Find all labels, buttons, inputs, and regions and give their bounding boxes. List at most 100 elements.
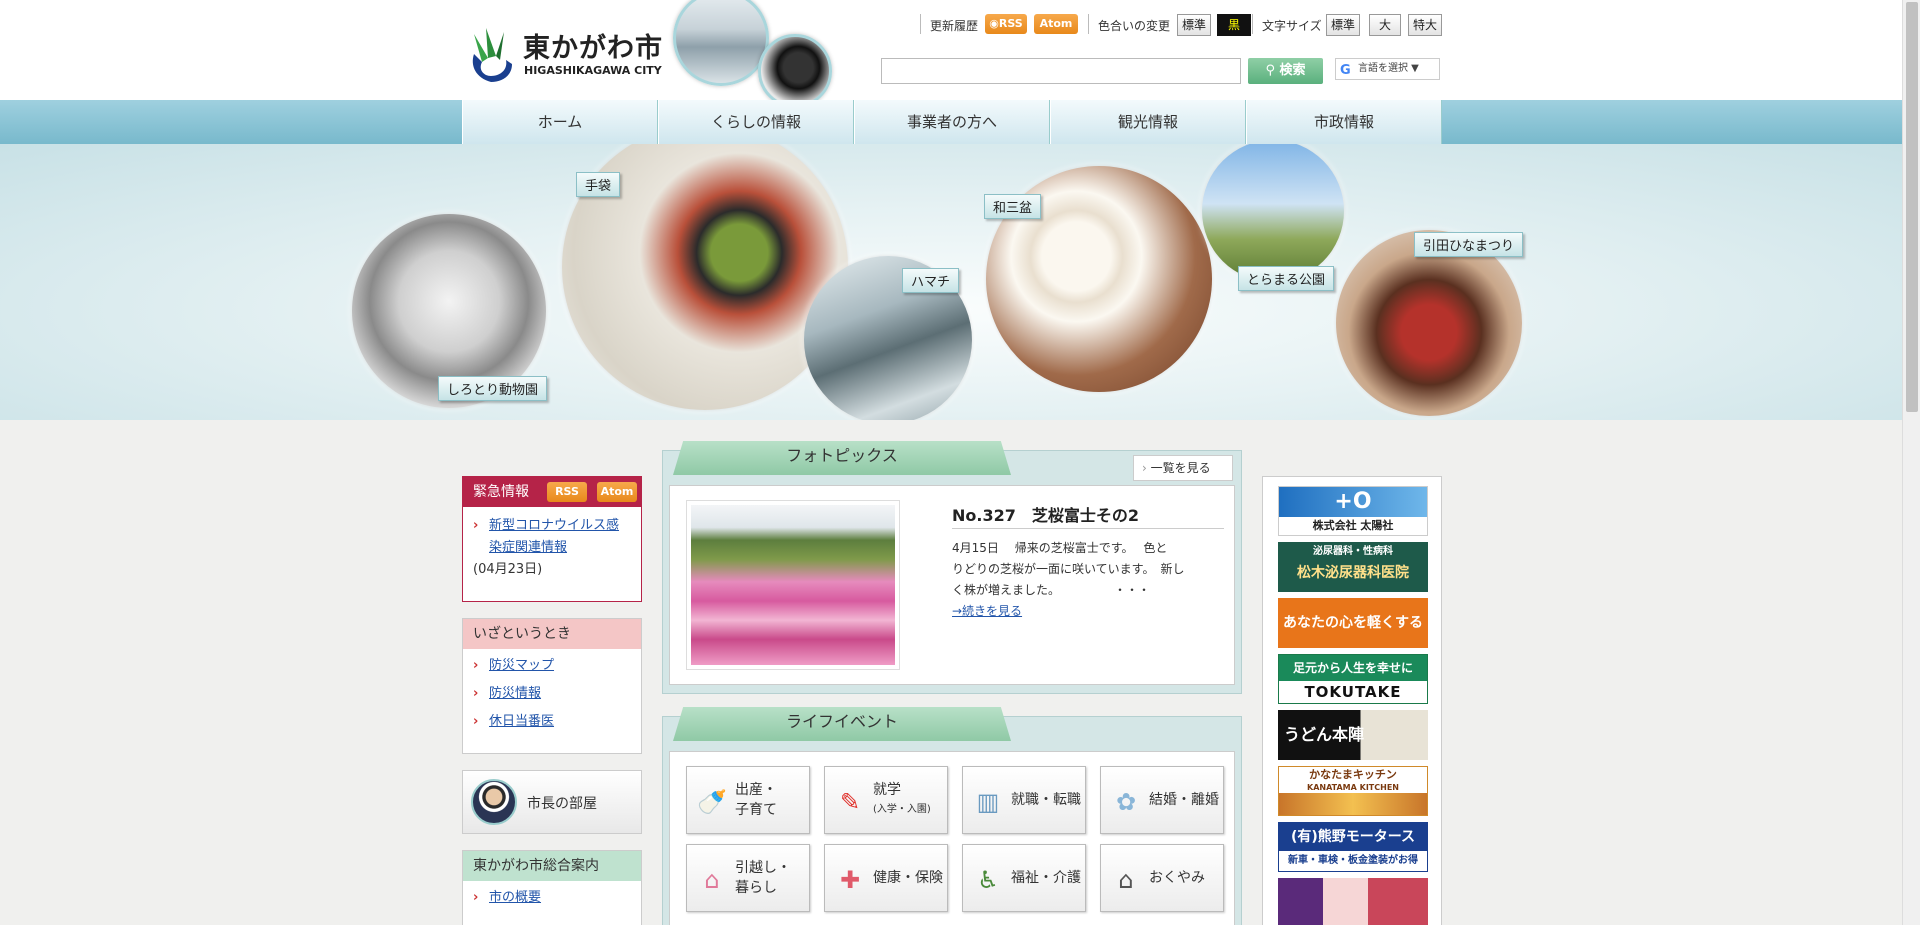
color-black-button[interactable]: 黒 — [1217, 14, 1251, 36]
site-logo[interactable]: 東かがわ市 HIGASHIKAGAWA CITY — [468, 26, 668, 84]
rss-icon: ◉ — [989, 17, 999, 30]
nav-living[interactable]: くらしの情報 — [658, 100, 854, 144]
ad-tokutake[interactable]: 足元から人生を幸せに TOKUTAKE — [1278, 654, 1428, 704]
disaster-title: いざというとき — [463, 619, 641, 649]
title-divider — [952, 528, 1224, 529]
life-condolence-button[interactable]: ⌂ おくやみ — [1100, 844, 1224, 912]
chevron-right-icon: › — [1142, 461, 1151, 475]
toolbar-divider — [1088, 14, 1089, 34]
search-input[interactable] — [881, 58, 1241, 84]
photo-topics-tab: フォトピックス — [673, 441, 1011, 475]
font-xlarge-button[interactable]: 特大 — [1408, 14, 1442, 36]
nav-home[interactable]: ホーム — [462, 100, 658, 144]
disaster-map-link[interactable]: 防災マップ — [489, 658, 554, 673]
ad-text: (有)熊野モータース — [1279, 823, 1427, 851]
font-size-label: 文字サイズ — [1262, 19, 1322, 33]
ad-matsuki-clinic[interactable]: 泌尿器科・性病科 松木泌尿器科医院 — [1278, 542, 1428, 592]
ad-taiyosha-text: 株式会社 太陽社 — [1312, 519, 1394, 532]
life-label: 結婚・離婚 — [1149, 792, 1219, 808]
hero-label-hina[interactable]: 引田ひなまつり — [1414, 232, 1524, 257]
life-health-button[interactable]: ✚ 健康・保険 — [824, 844, 948, 912]
hero-label-zoo[interactable]: しろとり動物園 — [438, 376, 548, 401]
ad-counseling[interactable]: あなたの心を軽くする — [1278, 598, 1428, 648]
house-outline-icon: ⌂ — [1118, 866, 1134, 894]
emergency-header: 緊急情報 RSS Atom — [463, 477, 641, 507]
life-label: 就職・転職 — [1011, 792, 1081, 808]
life-label: (入学・入園) — [873, 804, 931, 815]
wheelchair-icon: ♿ — [977, 866, 999, 894]
emergency-rss-button[interactable]: RSS — [547, 482, 587, 502]
life-events-panel: ライフイベント 🍼 出産・ 子育て ✎ 就学 (入学・入園) ▥ 就職・転職 ✿ 結… — [662, 707, 1242, 925]
site-name-en: HIGASHIKAGAWA CITY — [524, 64, 662, 77]
emergency-link-line1[interactable]: 新型コロナウイルス感 — [489, 518, 619, 533]
emergency-atom-button[interactable]: Atom — [597, 482, 637, 502]
ad-text: 泌尿器科・性病科 — [1313, 546, 1393, 557]
photo-frame — [686, 500, 900, 670]
nav-business[interactable]: 事業者の方へ — [854, 100, 1050, 144]
hero-label-hamachi[interactable]: ハマチ — [902, 268, 960, 293]
language-select[interactable]: G 言語を選択 ▼ — [1335, 58, 1440, 80]
body-line: く株が増えました。 ・・・ — [952, 583, 1151, 597]
search-button[interactable]: ⚲ 検索 — [1248, 58, 1323, 84]
life-welfare-button[interactable]: ♿ 福祉・介護 — [962, 844, 1086, 912]
site-header: 東かがわ市 HIGASHIKAGAWA CITY 更新履歴 ◉RSS Atom … — [0, 0, 1902, 108]
hero-label-glove[interactable]: 手袋 — [576, 172, 621, 197]
update-rss-button[interactable]: ◉RSS — [985, 14, 1027, 34]
header-glove-photo — [758, 34, 832, 108]
page-scrollbar[interactable] — [1902, 0, 1920, 925]
update-history-label: 更新履歴 — [930, 19, 979, 33]
holiday-doctor-link[interactable]: 休日当番医 — [489, 714, 554, 729]
emergency-date: (04月23日) — [473, 562, 543, 577]
photo-list-link[interactable]: › 一覧を見る — [1133, 455, 1233, 481]
scrollbar-thumb[interactable] — [1906, 2, 1918, 412]
shibazakura-photo[interactable] — [691, 505, 895, 665]
ad-text: 新車・車検・板金塗装がお得 — [1288, 855, 1418, 866]
ad-taiyosha[interactable]: +O 株式会社 太陽社 — [1278, 486, 1428, 536]
life-marriage-button[interactable]: ✿ 結婚・離婚 — [1100, 766, 1224, 834]
color-standard-button[interactable]: 標準 — [1177, 14, 1211, 36]
mayor-room-label: 市長の部屋 — [527, 796, 597, 812]
ad-meat-shop[interactable] — [1278, 878, 1428, 925]
language-select-label: 言語を選択 ▼ — [1358, 63, 1419, 74]
ad-udon[interactable]: うどん本陣 — [1278, 710, 1428, 760]
nav-tourism[interactable]: 観光情報 — [1050, 100, 1246, 144]
read-more-link[interactable]: →続きを見る — [952, 601, 1228, 622]
toolbar-divider — [920, 14, 921, 34]
rss-label: RSS — [998, 17, 1023, 30]
ad-kumano-motors[interactable]: (有)熊野モータース 新車・車検・板金塗装がお得 — [1278, 822, 1428, 872]
nav-city-admin[interactable]: 市政情報 — [1246, 100, 1442, 144]
city-overview-link[interactable]: 市の概要 — [489, 890, 541, 905]
main-content: 緊急情報 RSS Atom 新型コロナウイルス感 染症関連情報 (04月23日)… — [0, 420, 1902, 925]
emergency-title: 緊急情報 — [473, 484, 529, 500]
life-employment-button[interactable]: ▥ 就職・転職 — [962, 766, 1086, 834]
life-school-button[interactable]: ✎ 就学 (入学・入園) — [824, 766, 948, 834]
toramaru-park-photo[interactable] — [1202, 144, 1344, 282]
life-moving-button[interactable]: ⌂ 引越し・ 暮らし — [686, 844, 810, 912]
search-icon: ⚲ — [1265, 63, 1280, 78]
list-item[interactable]: 防災マップ — [463, 655, 641, 677]
font-large-button[interactable]: 大 — [1369, 14, 1401, 36]
life-events-grid: 🍼 出産・ 子育て ✎ 就学 (入学・入園) ▥ 就職・転職 ✿ 結婚・離婚 ⌂ 引… — [669, 751, 1235, 925]
font-standard-button[interactable]: 標準 — [1326, 14, 1360, 36]
photo-topics-panel: フォトピックス › 一覧を見る No.327 芝桜富士その2 4月15日 帰来の… — [662, 441, 1242, 694]
hina-festival-photo[interactable] — [1336, 230, 1522, 416]
hero-label-park[interactable]: とらまる公園 — [1238, 266, 1335, 291]
guide-box: 東かがわ市総合案内 市の概要 — [462, 850, 642, 925]
photo-topic-title[interactable]: No.327 芝桜富士その2 — [952, 502, 1139, 526]
ad-kanatama-kitchen[interactable]: かなたまキッチン KANATAMA KITCHEN — [1278, 766, 1428, 816]
emergency-link-line2[interactable]: 染症関連情報 — [489, 540, 567, 555]
toolbar-divider — [1252, 14, 1253, 34]
update-atom-button[interactable]: Atom — [1034, 14, 1078, 34]
life-label: 暮らし — [735, 880, 777, 896]
disaster-info-link[interactable]: 防災情報 — [489, 686, 541, 701]
building-icon: ▥ — [976, 788, 1000, 816]
emergency-box: 緊急情報 RSS Atom 新型コロナウイルス感 染症関連情報 (04月23日) — [462, 476, 642, 602]
list-item[interactable]: 休日当番医 — [463, 711, 641, 733]
hero-label-wasanbon[interactable]: 和三盆 — [984, 194, 1042, 219]
mayor-room-button[interactable]: 市長の部屋 — [462, 770, 642, 834]
list-item[interactable]: 防災情報 — [463, 683, 641, 705]
life-birth-childcare-button[interactable]: 🍼 出産・ 子育て — [686, 766, 810, 834]
list-item[interactable]: 市の概要 — [463, 887, 641, 909]
life-label: 就学 — [873, 782, 901, 798]
list-item[interactable]: 新型コロナウイルス感 — [463, 515, 641, 537]
